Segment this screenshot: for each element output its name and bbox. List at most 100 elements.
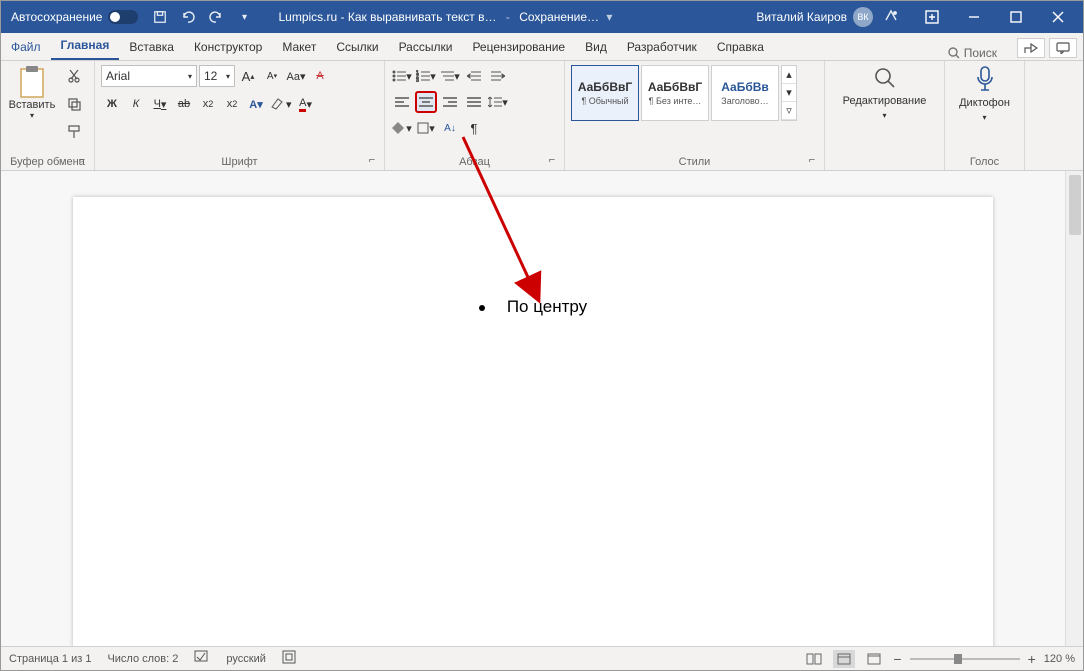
share-button[interactable]	[1017, 38, 1045, 58]
view-web-icon[interactable]	[863, 650, 885, 668]
group-clipboard: Вставить ▾ Буфер обмена⌐	[1, 61, 95, 170]
tab-insert[interactable]: Вставка	[119, 35, 184, 60]
undo-icon[interactable]	[178, 7, 198, 27]
status-page[interactable]: Страница 1 из 1	[9, 653, 91, 665]
minimize-icon[interactable]	[953, 1, 995, 33]
increase-indent-icon[interactable]	[487, 65, 509, 87]
clear-format-icon[interactable]: A	[309, 65, 331, 87]
line-spacing-icon[interactable]: ▾	[487, 91, 509, 113]
tab-design[interactable]: Конструктор	[184, 35, 272, 60]
autosave-toggle[interactable]	[108, 10, 138, 24]
subscript-icon[interactable]: x2	[197, 93, 219, 115]
align-right-icon[interactable]	[439, 91, 461, 113]
show-marks-icon[interactable]: ¶	[463, 117, 485, 139]
font-name-combo[interactable]: Arial▾	[101, 65, 197, 87]
font-launcher-icon[interactable]: ⌐	[366, 154, 378, 166]
zoom-slider[interactable]	[910, 658, 1020, 660]
zoom-out-icon[interactable]: −	[893, 651, 901, 667]
comments-button[interactable]	[1049, 38, 1077, 58]
save-icon[interactable]	[150, 7, 170, 27]
numbering-icon[interactable]: 123▾	[415, 65, 437, 87]
status-macro-icon[interactable]	[282, 650, 296, 667]
microphone-icon	[974, 65, 996, 93]
justify-icon[interactable]	[463, 91, 485, 113]
borders-icon[interactable]: ▾	[415, 117, 437, 139]
dictate-label: Диктофон	[959, 97, 1010, 109]
group-label-paragraph: Абзац	[459, 156, 490, 168]
vertical-scrollbar[interactable]	[1065, 171, 1083, 646]
zoom-slider-knob[interactable]	[954, 654, 962, 664]
status-bar: Страница 1 из 1 Число слов: 2 русский − …	[1, 646, 1083, 670]
copy-icon[interactable]	[63, 93, 85, 115]
clipboard-launcher-icon[interactable]: ⌐	[76, 154, 88, 166]
strike-button[interactable]: ab	[173, 93, 195, 115]
maximize-icon[interactable]	[995, 1, 1037, 33]
styles-launcher-icon[interactable]: ⌐	[806, 154, 818, 166]
scrollbar-thumb[interactable]	[1069, 175, 1081, 235]
style-normal[interactable]: АаБбВвГ¶ Обычный	[571, 65, 639, 121]
group-paragraph: ▾ 123▾ ▾ ▾ ▾ ▾ A↓ ¶ Абзац ⌐	[385, 61, 565, 170]
page[interactable]: По центру	[73, 197, 993, 646]
status-spellcheck-icon[interactable]	[194, 650, 210, 667]
bullets-icon[interactable]: ▾	[391, 65, 413, 87]
user-block[interactable]: Виталий Каиров ВК	[756, 7, 873, 27]
tab-view[interactable]: Вид	[575, 35, 617, 60]
align-left-icon[interactable]	[391, 91, 413, 113]
bold-button[interactable]: Ж	[101, 93, 123, 115]
document-area: По центру	[1, 171, 1083, 646]
status-word-count[interactable]: Число слов: 2	[107, 653, 178, 665]
paragraph-launcher-icon[interactable]: ⌐	[546, 154, 558, 166]
tab-mailings[interactable]: Рассылки	[389, 35, 463, 60]
zoom-level[interactable]: 120 %	[1044, 653, 1075, 665]
search-box[interactable]: Поиск	[934, 46, 1011, 60]
zoom-in-icon[interactable]: +	[1028, 651, 1036, 667]
tab-references[interactable]: Ссылки	[326, 35, 388, 60]
status-language[interactable]: русский	[226, 653, 265, 665]
redo-icon[interactable]	[206, 7, 226, 27]
view-read-icon[interactable]	[803, 650, 825, 668]
font-color-icon[interactable]: A▾	[295, 93, 317, 115]
style-heading1[interactable]: АаБбВвЗаголово…	[711, 65, 779, 121]
font-size-combo[interactable]: 12▾	[199, 65, 235, 87]
tab-review[interactable]: Рецензирование	[462, 35, 575, 60]
superscript-icon[interactable]: x2	[221, 93, 243, 115]
qat-more-icon[interactable]: ▾	[234, 7, 254, 27]
format-painter-icon[interactable]	[63, 121, 85, 143]
coming-soon-icon[interactable]	[881, 7, 901, 27]
search-placeholder: Поиск	[964, 46, 997, 60]
align-center-icon[interactable]	[415, 91, 437, 113]
view-print-icon[interactable]	[833, 650, 855, 668]
paste-button[interactable]: Вставить ▾	[7, 65, 57, 120]
dictate-button[interactable]: Диктофон ▾	[951, 65, 1018, 122]
group-voice: Диктофон ▾ Голос	[945, 61, 1025, 170]
find-button[interactable]: Редактирование ▾	[831, 65, 938, 120]
document-title: Lumpics.ru - Как выравнивать текст в… - …	[278, 10, 612, 24]
style-no-spacing[interactable]: АаБбВвГ¶ Без инте…	[641, 65, 709, 121]
decrease-indent-icon[interactable]	[463, 65, 485, 87]
shading-icon[interactable]: ▾	[391, 117, 413, 139]
tab-help[interactable]: Справка	[707, 35, 774, 60]
tab-developer[interactable]: Разработчик	[617, 35, 707, 60]
autosave-group: Автосохранение	[11, 10, 138, 24]
user-name: Виталий Каиров	[756, 10, 847, 24]
underline-button[interactable]: Ч▾	[149, 93, 171, 115]
multilevel-icon[interactable]: ▾	[439, 65, 461, 87]
tab-file[interactable]: Файл	[1, 35, 51, 60]
ribbon-tabs: Файл Главная Вставка Конструктор Макет С…	[1, 33, 1083, 61]
paste-label: Вставить	[9, 99, 56, 111]
tab-home[interactable]: Главная	[51, 33, 120, 60]
close-icon[interactable]	[1037, 1, 1079, 33]
ribbon-options-icon[interactable]	[911, 1, 953, 33]
search-icon	[948, 47, 960, 59]
change-case-icon[interactable]: Aa▾	[285, 65, 307, 87]
highlight-icon[interactable]: ▾	[269, 93, 293, 115]
sort-icon[interactable]: A↓	[439, 117, 461, 139]
grow-font-icon[interactable]: A▴	[237, 65, 259, 87]
shrink-font-icon[interactable]: A▾	[261, 65, 283, 87]
tab-layout[interactable]: Макет	[272, 35, 326, 60]
document-text-line[interactable]: По центру	[183, 297, 883, 317]
styles-gallery-nav[interactable]: ▴▾▿	[781, 65, 797, 121]
cut-icon[interactable]	[63, 65, 85, 87]
text-effects-icon[interactable]: A▾	[245, 93, 267, 115]
italic-button[interactable]: К	[125, 93, 147, 115]
